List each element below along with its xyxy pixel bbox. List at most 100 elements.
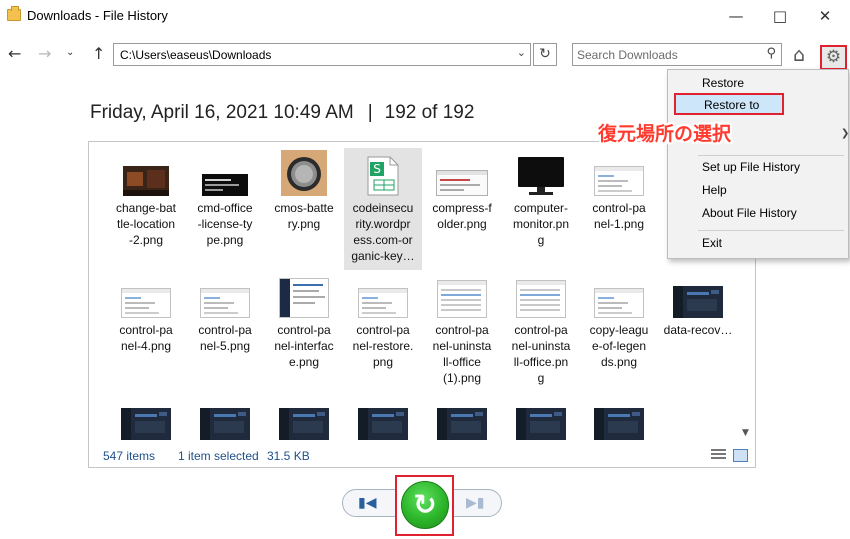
menu-divider [698,155,844,156]
snapshot-date: Friday, April 16, 2021 10:49 AM [90,102,354,123]
menu-item-about-file-history[interactable]: About File History [702,206,797,220]
file-name: codeinsecu rity.wordpr ess.com-or ganic-… [351,201,415,263]
menu-item-restore[interactable]: Restore [702,76,744,90]
file-item[interactable]: control-pa nel-5.png [186,270,264,392]
file-name: control-pa nel-4.png [119,323,173,353]
menu-item-exit[interactable]: Exit [702,236,722,250]
file-item[interactable]: copy-leagu e-of-legen ds.png [580,270,658,392]
close-icon[interactable]: ✕ [805,4,845,28]
file-thumbnail [281,150,327,199]
file-thumbnail [673,286,723,321]
file-name: copy-leagu e-of-legen ds.png [589,323,649,369]
file-item[interactable]: control-pa nel-uninsta ll-office (1).png [423,270,501,392]
previous-version-icon[interactable]: ▮◀ [358,495,376,511]
snapshot-heading: Friday, April 16, 2021 10:49 AM | 192 of 1… [90,102,474,124]
heading-separator: | [367,102,373,123]
file-name: computer- monitor.pn g [512,201,570,247]
file-list-panel[interactable]: change-bat tle-location -2.png cmd-office… [88,141,756,468]
file-thumbnail [279,408,329,443]
search-icon[interactable]: ⚲ [766,46,776,61]
file-name: control-pa nel-uninsta ll-office.pn g [511,323,571,385]
file-thumbnail [594,288,644,321]
home-icon[interactable]: ⌂ [793,44,805,66]
window-title: Downloads - File History [27,8,168,23]
snapshot-position: 192 of 192 [384,102,475,123]
file-name: control-pa nel-uninsta ll-office (1).png [432,323,492,385]
folder-icon [7,6,21,21]
file-thumbnail [121,288,171,321]
file-item[interactable]: control-pa nel-interfac e.png [265,270,343,392]
forward-arrow-icon[interactable]: → [38,44,51,63]
submenu-arrow-icon: ❯ [841,128,850,139]
file-thumbnail [358,288,408,321]
file-thumbnail [123,166,169,199]
file-thumbnail [594,408,644,443]
file-name: control-pa nel-1.png [592,201,646,231]
maximize-icon[interactable]: □ [760,4,800,28]
gear-icon[interactable]: ⚙ [820,45,847,70]
file-item[interactable]: compress-f older.png [423,148,501,270]
file-thumbnail [358,408,408,443]
file-thumbnail [121,408,171,443]
file-item[interactable]: change-bat tle-location -2.png [107,148,185,270]
next-version-icon[interactable]: ▶▮ [466,495,484,511]
back-arrow-icon[interactable]: ← [8,44,21,63]
address-bar[interactable]: C:\Users\easeus\Downloads ⌄ [113,43,531,66]
file-item[interactable]: control-pa nel-1.png [580,148,658,270]
file-name: control-pa nel-5.png [198,323,252,353]
file-thumbnail [437,408,487,443]
large-icons-view-icon[interactable] [733,449,748,462]
file-thumbnail [516,408,566,443]
menu-divider [698,230,844,231]
file-name: cmd-office -license-ty pe.png [197,201,253,247]
search-box[interactable]: ⚲ [572,43,782,66]
scroll-down-icon[interactable]: ▼ [742,428,749,438]
file-thumbnail [200,288,250,321]
file-thumbnail [517,156,565,199]
minimize-icon[interactable]: — [716,4,756,28]
file-item[interactable]: control-pa nel-4.png [107,270,185,392]
recent-locations-chevron-icon[interactable]: ⌄ [66,47,74,58]
restore-button[interactable]: ↻ [401,481,449,529]
details-view-icon[interactable] [711,449,726,462]
file-thumbnail [200,408,250,443]
file-item[interactable]: computer- monitor.pn g [502,148,580,270]
file-name: compress-f older.png [432,201,492,231]
annotation-label: 復元場所の選択 [598,123,732,145]
file-thumbnail: S [366,156,400,199]
file-thumbnail [436,170,488,199]
refresh-icon[interactable]: ↻ [533,43,557,66]
menu-item-restore-to[interactable]: Restore to [674,93,784,115]
file-thumbnail [594,166,644,199]
file-name: control-pa nel-restore. png [352,323,414,369]
file-name: control-pa nel-interfac e.png [274,323,334,369]
chevron-down-icon[interactable]: ⌄ [517,46,526,59]
menu-item-set-up-file-history[interactable]: Set up File History [702,160,800,174]
file-thumbnail [279,278,329,321]
file-name: cmos-batte ry.png [274,201,334,231]
selection-count: 1 item selected [178,449,259,463]
file-thumbnail [516,280,566,321]
restore-arrow-icon: ↻ [413,488,437,521]
file-item[interactable]: Scodeinsecu rity.wordpr ess.com-or ganic… [344,148,422,270]
file-thumbnail [202,174,248,199]
title-bar: Downloads - File History — □ ✕ [0,0,850,32]
file-item[interactable]: cmos-batte ry.png [265,148,343,270]
file-name: change-bat tle-location -2.png [115,201,177,247]
file-name: data-recov… [663,323,733,337]
menu-item-help[interactable]: Help [702,183,727,197]
file-item[interactable]: cmd-office -license-ty pe.png [186,148,264,270]
search-input[interactable] [577,47,747,62]
navigation-bar: ← → ⌄ ↑ C:\Users\easeus\Downloads ⌄ ↻ ⚲ … [0,38,850,72]
file-item[interactable]: data-recov… [659,270,737,392]
selection-size: 31.5 KB [267,449,310,463]
status-bar: 547 items 1 item selected 31.5 KB [89,445,755,467]
menu-item-restore-to-label: Restore to [704,98,760,112]
item-count: 547 items [103,449,156,463]
up-arrow-icon[interactable]: ↑ [92,44,105,63]
address-path: C:\Users\easeus\Downloads [120,48,272,62]
file-thumbnail [437,280,487,321]
svg-text:S: S [373,162,381,176]
file-item[interactable]: control-pa nel-uninsta ll-office.pn g [502,270,580,392]
file-item[interactable]: control-pa nel-restore. png [344,270,422,392]
